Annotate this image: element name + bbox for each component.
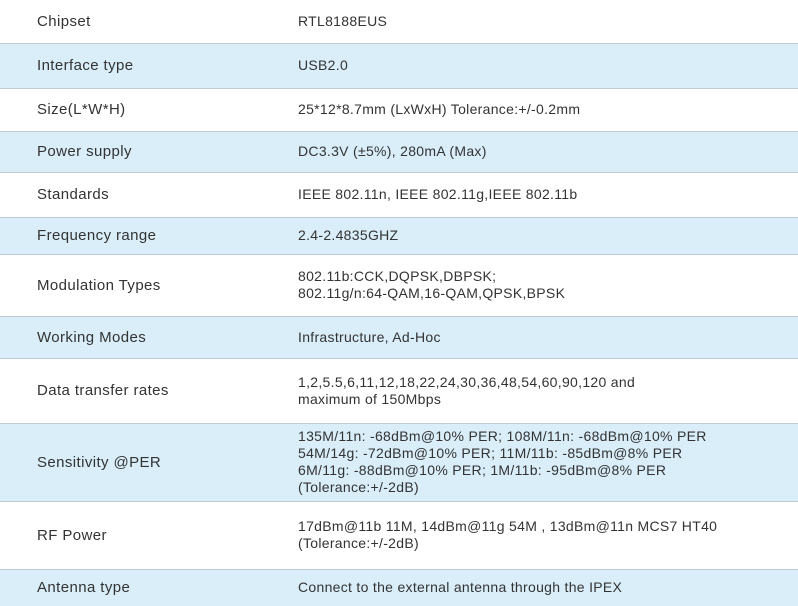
spec-row-frequency-range: Frequency range 2.4-2.4835GHZ xyxy=(0,217,798,255)
spec-value-line: 2.4-2.4835GHZ xyxy=(298,227,399,243)
spec-row-power-supply: Power supply DC3.3V (±5%), 280mA (Max) xyxy=(0,131,798,173)
spec-value-line: USB2.0 xyxy=(298,57,349,73)
spec-row-data-transfer-rates: Data transfer rates 1,2,5.5,6,11,12,18,2… xyxy=(0,358,798,424)
spec-value-line: 54M/14g: -72dBm@10% PER; 11M/11b: -85dBm… xyxy=(298,445,683,461)
spec-value: 2.4-2.4835GHZ xyxy=(261,217,798,255)
spec-row-standards: Standards IEEE 802.11n, IEEE 802.11g,IEE… xyxy=(0,172,798,218)
spec-label: Size(L*W*H) xyxy=(0,88,261,132)
spec-row-working-modes: Working Modes Infrastructure, Ad-Hoc xyxy=(0,316,798,359)
spec-value: 802.11b:CCK,DQPSK,DBPSK; 802.11g/n:64-QA… xyxy=(261,254,798,317)
spec-value-line: (Tolerance:+/-2dB) xyxy=(298,535,419,551)
spec-value: USB2.0 xyxy=(261,43,798,89)
spec-label: Sensitivity @PER xyxy=(0,423,261,502)
spec-value-line: maximum of 150Mbps xyxy=(298,390,442,407)
spec-row-interface-type: Interface type USB2.0 xyxy=(0,43,798,89)
spec-label: Modulation Types xyxy=(0,254,261,317)
spec-value-line: (Tolerance:+/-2dB) xyxy=(298,479,419,495)
spec-label: Working Modes xyxy=(0,316,261,359)
spec-value-line: 802.11b:CCK,DQPSK,DBPSK; xyxy=(298,268,497,284)
spec-value: RTL8188EUS xyxy=(261,0,798,44)
spec-label: Power supply xyxy=(0,131,261,173)
spec-table: Chipset RTL8188EUS Interface type USB2.0… xyxy=(0,0,798,606)
spec-label: Standards xyxy=(0,172,261,218)
spec-row-modulation-types: Modulation Types 802.11b:CCK,DQPSK,DBPSK… xyxy=(0,254,798,317)
spec-label: RF Power xyxy=(0,501,261,570)
spec-value-line: 17dBm@11b 11M, 14dBm@11g 54M , 13dBm@11n… xyxy=(298,518,718,534)
spec-value-line: RTL8188EUS xyxy=(298,12,388,29)
spec-value: 1,2,5.5,6,11,12,18,22,24,30,36,48,54,60,… xyxy=(261,358,798,424)
spec-row-size: Size(L*W*H) 25*12*8.7mm (LxWxH) Toleranc… xyxy=(0,88,798,132)
spec-value: IEEE 802.11n, IEEE 802.11g,IEEE 802.11b xyxy=(261,172,798,218)
spec-label: Data transfer rates xyxy=(0,358,261,424)
spec-label: Antenna type xyxy=(0,569,261,606)
spec-label: Chipset xyxy=(0,0,261,44)
spec-label: Interface type xyxy=(0,43,261,89)
spec-row-antenna-type: Antenna type Connect to the external ant… xyxy=(0,569,798,606)
spec-value: 135M/11n: -68dBm@10% PER; 108M/11n: -68d… xyxy=(261,423,798,502)
spec-label: Frequency range xyxy=(0,217,261,255)
spec-value-line: Connect to the external antenna through … xyxy=(298,579,623,596)
spec-row-chipset: Chipset RTL8188EUS xyxy=(0,0,798,44)
spec-value: DC3.3V (±5%), 280mA (Max) xyxy=(261,131,798,173)
spec-row-rf-power: RF Power 17dBm@11b 11M, 14dBm@11g 54M , … xyxy=(0,501,798,570)
spec-value: 25*12*8.7mm (LxWxH) Tolerance:+/-0.2mm xyxy=(261,88,798,132)
spec-value-line: IEEE 802.11n, IEEE 802.11g,IEEE 802.11b xyxy=(298,186,578,202)
spec-row-sensitivity: Sensitivity @PER 135M/11n: -68dBm@10% PE… xyxy=(0,423,798,502)
spec-value-line: Infrastructure, Ad-Hoc xyxy=(298,328,441,345)
spec-value: Infrastructure, Ad-Hoc xyxy=(261,316,798,359)
spec-value-line: DC3.3V (±5%), 280mA (Max) xyxy=(298,143,487,159)
spec-value-line: 25*12*8.7mm (LxWxH) Tolerance:+/-0.2mm xyxy=(298,101,581,117)
spec-value: 17dBm@11b 11M, 14dBm@11g 54M , 13dBm@11n… xyxy=(261,501,798,570)
spec-value-line: 135M/11n: -68dBm@10% PER; 108M/11n: -68d… xyxy=(298,428,707,444)
spec-value: Connect to the external antenna through … xyxy=(261,569,798,606)
spec-value-line: 1,2,5.5,6,11,12,18,22,24,30,36,48,54,60,… xyxy=(298,373,636,390)
spec-value-line: 802.11g/n:64-QAM,16-QAM,QPSK,BPSK xyxy=(298,285,566,301)
spec-value-line: 6M/11g: -88dBm@10% PER; 1M/11b: -95dBm@8… xyxy=(298,462,667,478)
